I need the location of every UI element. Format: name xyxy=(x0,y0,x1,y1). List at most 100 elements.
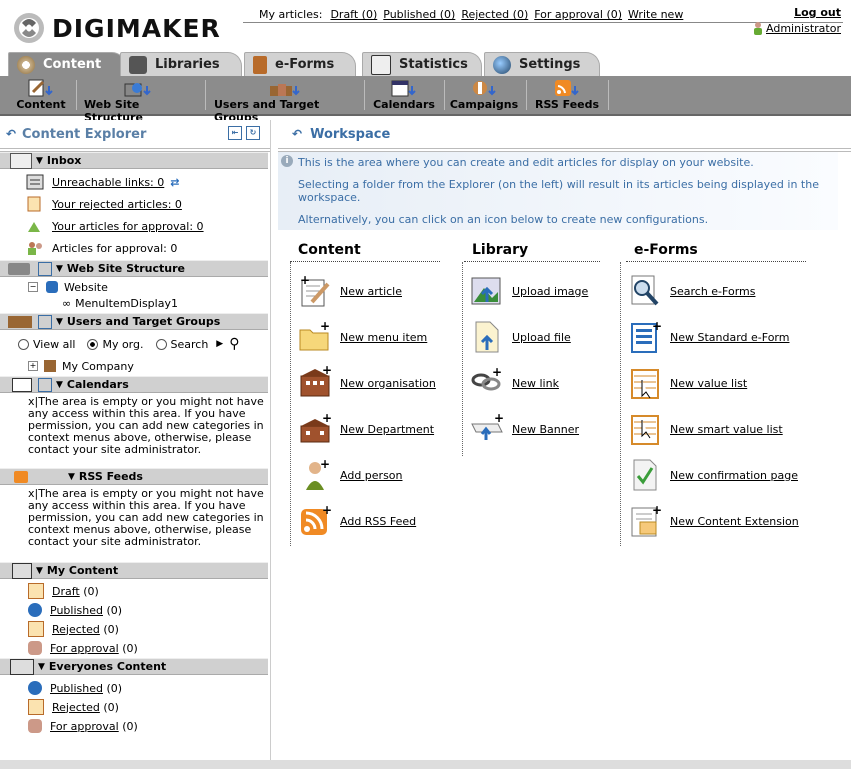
tab-libraries[interactable]: Libraries xyxy=(120,52,242,76)
inbox-articles-for-approval-own[interactable]: Your articles for approval: 0 xyxy=(26,218,204,234)
published-link[interactable]: Published (0) xyxy=(383,8,455,21)
tab-eforms[interactable]: e-Forms xyxy=(244,52,356,76)
draft-link[interactable]: Draft (0) xyxy=(330,8,377,21)
search-eforms[interactable]: Search e-Forms xyxy=(628,274,755,308)
new-banner[interactable]: + New Banner xyxy=(470,411,579,446)
new-organisation[interactable]: + New organisation xyxy=(298,363,436,400)
horizontal-scrollbar[interactable] xyxy=(0,760,851,769)
sync-icon[interactable] xyxy=(38,377,52,392)
refresh-icon[interactable]: ↻ xyxy=(246,126,260,140)
section-website-structure[interactable]: ▼ Web Site Structure xyxy=(0,260,268,277)
write-new-link[interactable]: Write new xyxy=(628,8,683,21)
new-content-extension[interactable]: + New Content Extension xyxy=(628,503,799,538)
administrator-link[interactable]: Administrator xyxy=(766,22,841,35)
tree-node-my-company[interactable]: + My Company xyxy=(28,358,134,374)
sync-icon[interactable] xyxy=(38,314,52,329)
new-article[interactable]: + New article xyxy=(298,273,402,308)
inbox-icon xyxy=(10,152,32,169)
main-tabs: Content Libraries e-Forms Statistics Set… xyxy=(0,52,851,76)
header: DIGIMAKER My articles: Draft (0) Published… xyxy=(0,0,851,52)
tab-content[interactable]: Content xyxy=(8,52,126,76)
add-person[interactable]: + Add person xyxy=(298,457,403,492)
new-department[interactable]: + New Department xyxy=(298,411,434,446)
new-smart-value-list[interactable]: New smart value list xyxy=(628,412,783,446)
toolbar-users-target-groups[interactable]: Users and Target Groups xyxy=(214,78,354,124)
everyones-for-approval[interactable]: For approval (0) xyxy=(28,718,138,734)
for-approval-link[interactable]: For approval (0) xyxy=(534,8,622,21)
section-everyones-content[interactable]: ▼ Everyones Content xyxy=(0,658,268,675)
column-eforms-title: e-Forms xyxy=(626,242,806,262)
for-approval-icon xyxy=(28,719,42,733)
statistics-tab-icon xyxy=(371,54,391,75)
toolbar-calendars[interactable]: Calendars xyxy=(373,78,435,112)
svg-text:+: + xyxy=(652,320,662,333)
new-confirmation-page[interactable]: New confirmation page xyxy=(628,458,798,492)
column-content-title: Content xyxy=(290,242,440,262)
tree-collapse-icon[interactable]: − xyxy=(28,282,38,292)
svg-text:+: + xyxy=(322,412,332,425)
toolbar-website-structure[interactable]: Web Site Structure xyxy=(84,78,194,124)
collapse-caret-icon[interactable]: ▼ xyxy=(56,264,63,274)
my-content-for-approval[interactable]: For approval (0) xyxy=(28,640,138,656)
svg-text:+: + xyxy=(492,366,502,379)
section-users-target-groups[interactable]: ▼ Users and Target Groups xyxy=(0,313,268,330)
rss-icon xyxy=(14,470,28,483)
collapse-caret-icon[interactable]: ▼ xyxy=(38,662,45,672)
everyones-published[interactable]: Published (0) xyxy=(28,680,122,696)
new-standard-eform[interactable]: + New Standard e-Form xyxy=(628,319,789,354)
view-all-radio[interactable] xyxy=(18,338,29,350)
rejected-icon xyxy=(28,621,44,637)
section-inbox[interactable]: ▼ Inbox xyxy=(0,152,268,169)
rejected-document-icon xyxy=(26,196,44,212)
collapse-caret-icon[interactable]: ▼ xyxy=(56,380,63,390)
search-radio[interactable] xyxy=(155,338,167,350)
add-rss-feed[interactable]: + Add RSS Feed xyxy=(298,503,416,538)
upload-image[interactable]: Upload image xyxy=(470,274,588,308)
tab-statistics[interactable]: Statistics xyxy=(362,52,482,76)
tree-node-menuitemdisplay1[interactable]: ∞ MenuItemDisplay1 xyxy=(62,295,178,311)
tab-settings[interactable]: Settings xyxy=(484,52,600,76)
sync-icon[interactable] xyxy=(38,261,52,276)
new-value-list[interactable]: New value list xyxy=(628,366,747,400)
my-content-draft[interactable]: Draft (0) xyxy=(28,583,99,599)
inbox-rejected-articles[interactable]: Your rejected articles: 0 xyxy=(26,196,182,212)
everyones-rejected[interactable]: Rejected (0) xyxy=(28,699,119,715)
collapse-caret-icon[interactable]: ▼ xyxy=(36,156,43,166)
info-line-3: Alternatively, you can click on an icon … xyxy=(298,213,709,226)
toolbar-content[interactable]: Content xyxy=(16,78,66,112)
draft-icon xyxy=(28,583,44,599)
back-arrow-icon[interactable]: ↶ xyxy=(292,127,302,141)
toolbar-rss-feeds[interactable]: RSS Feeds xyxy=(534,78,600,112)
section-calendars[interactable]: ▼ Calendars xyxy=(0,376,268,393)
tree-node-website[interactable]: − Website xyxy=(28,279,108,295)
new-standard-eform-icon: + xyxy=(628,319,662,354)
tree-expand-icon[interactable]: + xyxy=(28,361,38,371)
logout-link[interactable]: Log out xyxy=(794,6,841,19)
upload-file[interactable]: Upload file xyxy=(470,320,571,354)
toolbar-campaigns[interactable]: Campaigns xyxy=(450,78,518,112)
section-my-content[interactable]: ▼ My Content xyxy=(0,562,268,579)
play-icon[interactable]: ▶ xyxy=(216,339,223,349)
new-link-icon: + xyxy=(470,365,504,400)
my-org-radio[interactable] xyxy=(87,338,99,350)
new-link[interactable]: + New link xyxy=(470,365,559,400)
search-eforms-icon xyxy=(628,274,662,308)
refresh-links-icon[interactable]: ⇄ xyxy=(170,176,179,189)
collapse-caret-icon[interactable]: ▼ xyxy=(36,566,43,576)
new-article-icon: + xyxy=(298,273,332,308)
back-arrow-icon[interactable]: ↶ xyxy=(6,127,16,141)
new-menu-item[interactable]: + New menu item xyxy=(298,319,427,354)
workspace: ↶ Workspace i This is the area where you… xyxy=(278,120,851,769)
content-tab-icon xyxy=(17,55,35,74)
section-rss-feeds[interactable]: ▼ RSS Feeds xyxy=(0,468,268,485)
rejected-link[interactable]: Rejected (0) xyxy=(461,8,528,21)
collapse-icon[interactable]: ⇤ xyxy=(228,126,242,140)
my-content-rejected[interactable]: Rejected (0) xyxy=(28,621,119,637)
column-content: Content xyxy=(290,242,440,262)
my-content-published[interactable]: Published (0) xyxy=(28,602,122,618)
search-icon[interactable]: ⚲ xyxy=(229,336,239,352)
inbox-unreachable-links[interactable]: Unreachable links: 0 ⇄ xyxy=(26,174,179,190)
collapse-caret-icon[interactable]: ▼ xyxy=(68,472,75,482)
new-department-icon: + xyxy=(298,411,332,446)
collapse-caret-icon[interactable]: ▼ xyxy=(56,317,63,327)
